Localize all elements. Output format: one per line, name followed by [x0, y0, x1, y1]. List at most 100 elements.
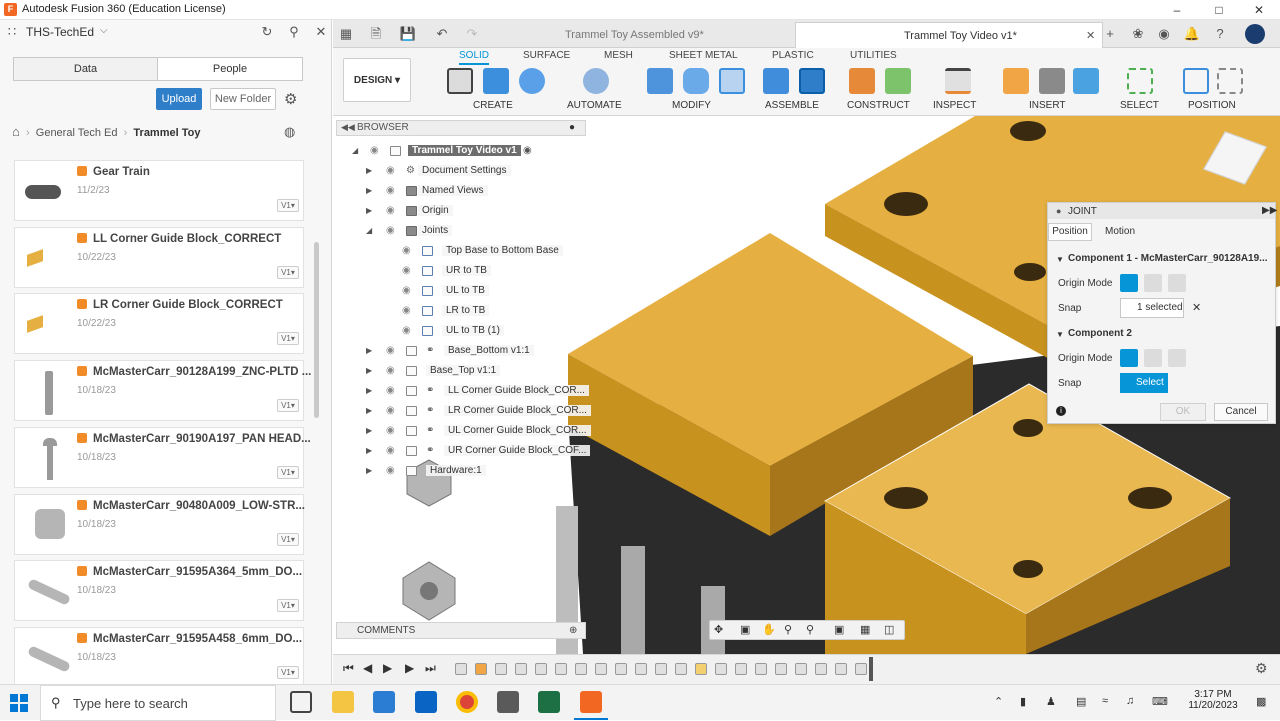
undo-icon[interactable]: ↶	[433, 25, 451, 43]
file-card[interactable]: McMasterCarr_90128A199_ZNC-PLTD ... 10/18…	[14, 360, 311, 422]
visibility-eye-icon[interactable]: ◉	[402, 285, 411, 296]
insert-mcmaster-icon[interactable]	[1039, 68, 1065, 94]
automate-menu[interactable]: AUTOMATE	[567, 100, 622, 111]
shell-icon[interactable]	[719, 68, 745, 94]
version-badge[interactable]: V1▾	[277, 465, 299, 479]
inspect-menu[interactable]: INSPECT	[933, 100, 976, 111]
file-card[interactable]: Gear Train 11/2/23 V1▾	[14, 160, 304, 221]
expand-arrow-icon[interactable]: ▶	[366, 186, 372, 195]
create-sketch-icon[interactable]	[447, 68, 473, 94]
insert-image-icon[interactable]	[1073, 68, 1099, 94]
joint-icon[interactable]	[799, 68, 825, 94]
timeline-feature[interactable]	[735, 663, 747, 675]
select-menu[interactable]: SELECT	[1120, 100, 1159, 111]
display-settings-icon[interactable]: ▣	[834, 623, 844, 636]
browser-item[interactable]: ▶ ◉ ⚭ Base_Bottom v1:1	[348, 343, 588, 361]
collapse-arrow-icon[interactable]: ◢	[352, 146, 358, 155]
expand-arrow-icon[interactable]: ▶	[366, 446, 372, 455]
wifi-icon[interactable]: ≈	[1102, 695, 1108, 707]
browser-item[interactable]: ▶ ◉ Named Views	[348, 183, 588, 201]
joint-dialog-header[interactable]: ● JOINT ▶▶	[1048, 203, 1277, 219]
timeline-feature[interactable]	[775, 663, 787, 675]
look-at-icon[interactable]: ▣	[740, 623, 750, 636]
timeline-marker[interactable]	[869, 657, 873, 681]
visibility-eye-icon[interactable]: ◉	[386, 425, 395, 436]
cancel-button[interactable]: Cancel	[1214, 403, 1268, 421]
version-badge[interactable]: V1▾	[277, 665, 299, 679]
visibility-eye-icon[interactable]: ◉	[402, 325, 411, 336]
language-icon[interactable]: ⌨	[1152, 695, 1168, 708]
redo-icon[interactable]: ↷	[463, 25, 481, 43]
tab-mesh[interactable]: MESH	[604, 50, 633, 61]
viewports-icon[interactable]: ◫	[884, 623, 894, 636]
origin-simple-icon[interactable]	[1120, 349, 1138, 367]
file-card[interactable]: LR Corner Guide Block_CORRECT 10/22/23 V1▾	[14, 293, 304, 355]
origin-between-icon[interactable]	[1144, 274, 1162, 292]
expand-arrow-icon[interactable]: ▶	[366, 426, 372, 435]
close-panel-icon[interactable]: ✕	[313, 24, 329, 40]
offset-plane-icon[interactable]	[849, 68, 875, 94]
create-menu[interactable]: CREATE	[473, 100, 513, 111]
visibility-eye-icon[interactable]: ◉	[386, 205, 395, 216]
component1-section-title[interactable]: Component 1 - McMasterCarr_90128A19...	[1068, 253, 1268, 264]
file-card[interactable]: McMasterCarr_91595A364_5mm_DO... 10/18/23…	[14, 560, 304, 622]
maximize-button[interactable]: □	[1202, 1, 1236, 19]
file-card[interactable]: McMasterCarr_91595A458_6mm_DO... 10/18/23…	[14, 626, 304, 684]
browser-item[interactable]: ▶ ◉ Origin	[348, 203, 588, 221]
browser-item[interactable]: ▶ ◉ ⚙ Document Settings	[348, 163, 588, 181]
visibility-eye-icon[interactable]: ◉	[370, 145, 379, 156]
expand-arrow-icon[interactable]: ▶	[366, 346, 372, 355]
expand-arrow-icon[interactable]: ▶	[366, 406, 372, 415]
info-icon[interactable]: i	[1056, 406, 1066, 416]
tray-chevron-icon[interactable]: ⌃	[994, 695, 1003, 708]
avatar[interactable]	[1245, 24, 1265, 44]
task-view-icon[interactable]	[290, 691, 312, 713]
timeline-feature[interactable]	[655, 663, 667, 675]
collapse-dialog-icon[interactable]: ●	[1056, 206, 1061, 216]
timeline-feature[interactable]	[595, 663, 607, 675]
version-badge[interactable]: V1▾	[277, 199, 299, 212]
tab-sheet-metal[interactable]: SHEET METAL	[669, 50, 738, 61]
excel-icon[interactable]	[538, 691, 560, 713]
grid-settings-icon[interactable]: ▦	[860, 623, 870, 636]
network-icon[interactable]: ▤	[1076, 695, 1086, 708]
browser-item[interactable]: ◉ UL to TB (1)	[348, 323, 588, 341]
visibility-eye-icon[interactable]: ◉	[386, 165, 395, 176]
collapse-arrow-icon[interactable]: ▼	[1056, 330, 1064, 339]
timeline-feature[interactable]	[855, 663, 867, 675]
visibility-eye-icon[interactable]: ◉	[402, 305, 411, 316]
assemble-menu[interactable]: ASSEMBLE	[765, 100, 819, 111]
tab-plastic[interactable]: PLASTIC	[772, 50, 814, 61]
visibility-eye-icon[interactable]: ◉	[386, 385, 395, 396]
extrude-icon[interactable]	[483, 68, 509, 94]
tab-motion[interactable]: Motion	[1098, 223, 1142, 241]
version-badge[interactable]: V1▾	[277, 399, 299, 413]
version-badge[interactable]: V1▾	[277, 265, 299, 279]
visibility-eye-icon[interactable]: ◉	[386, 225, 395, 236]
file-list-scrollbar[interactable]	[314, 242, 319, 418]
tab-solid[interactable]: SOLID	[459, 50, 490, 65]
minimize-button[interactable]: –	[1160, 1, 1194, 19]
file-icon[interactable]: 🗎	[367, 25, 385, 43]
go-to-start-icon[interactable]: ⏮	[343, 661, 354, 676]
component2-section-title[interactable]: Component 2	[1068, 328, 1132, 339]
tab-people[interactable]: People	[158, 58, 302, 80]
capture-position-icon[interactable]	[1183, 68, 1209, 94]
timeline-feature[interactable]	[495, 663, 507, 675]
refresh-icon[interactable]: ↻	[259, 24, 275, 40]
browser-pin-icon[interactable]: ●	[569, 122, 575, 133]
snap2-select-button[interactable]: Select	[1120, 373, 1168, 393]
expand-arrow-icon[interactable]: ▶	[366, 206, 372, 215]
revert-position-icon[interactable]	[1217, 68, 1243, 94]
modify-menu[interactable]: MODIFY	[672, 100, 711, 111]
step-back-icon[interactable]: ◀	[363, 661, 372, 675]
comments-panel[interactable]: COMMENTS ⊕	[336, 622, 586, 639]
orbit-icon[interactable]: ✥	[714, 623, 723, 636]
pan-icon[interactable]: ✋	[762, 623, 776, 636]
timeline-feature[interactable]	[575, 663, 587, 675]
tab-position[interactable]: Position	[1048, 223, 1092, 241]
visibility-eye-icon[interactable]: ◉	[386, 345, 395, 356]
browser-item[interactable]: ◢ ◉ Joints	[348, 223, 588, 241]
file-card[interactable]: LL Corner Guide Block_CORRECT 10/22/23 V1▾	[14, 226, 304, 288]
expand-arrow-icon[interactable]: ▶	[366, 466, 372, 475]
